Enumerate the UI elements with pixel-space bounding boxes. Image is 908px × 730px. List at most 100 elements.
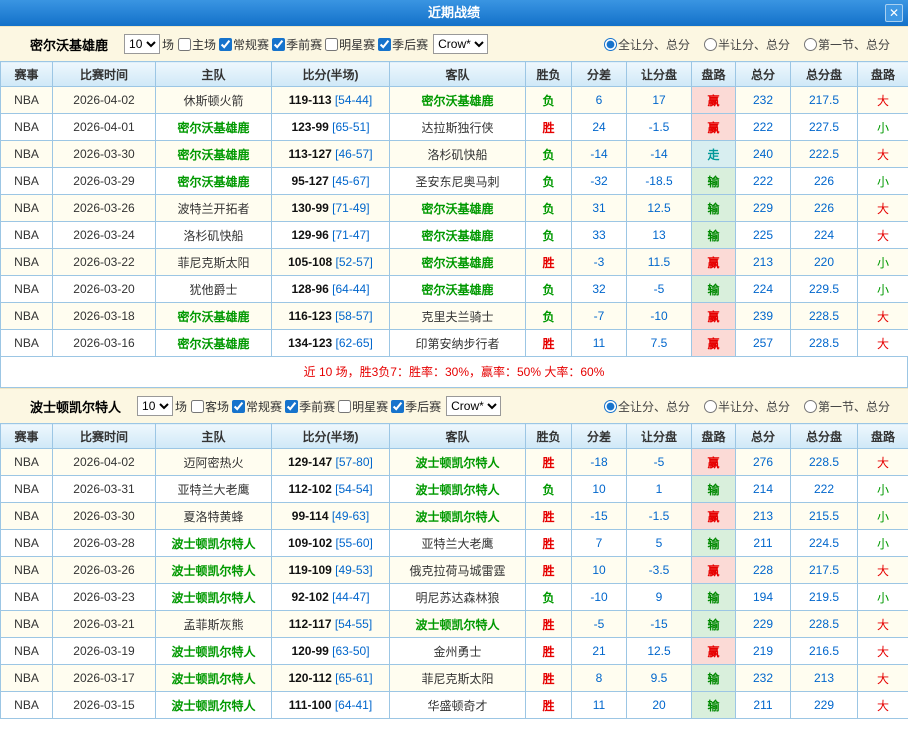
handicap-result-cell: 输 <box>692 476 736 503</box>
total-line-cell: 222.5 <box>791 141 858 168</box>
handicap-result-cell: 赢 <box>692 249 736 276</box>
table-row: NBA2026-03-28波士顿凯尔特人109-102 [55-60]亚特兰大老… <box>1 530 908 557</box>
handicap-cell: -5 <box>627 449 692 476</box>
filter-checkbox-0-2[interactable]: 季前赛 <box>272 38 322 52</box>
games-count-select[interactable]: 10 <box>137 396 173 416</box>
checkbox-input[interactable] <box>378 38 391 51</box>
league-cell: NBA <box>1 530 53 557</box>
odds-type-radio-1-0[interactable]: 全让分、总分 <box>604 398 690 415</box>
filter-checkbox-0-0[interactable]: 主场 <box>178 38 216 52</box>
handicap-result-cell: 赢 <box>692 638 736 665</box>
titlebar: 近期战绩 ✕ <box>0 0 908 26</box>
radio-input[interactable] <box>704 400 717 413</box>
odds-type-radio-1-1[interactable]: 半让分、总分 <box>704 398 790 415</box>
checkbox-input[interactable] <box>178 38 191 51</box>
total-cell: 232 <box>736 87 791 114</box>
home-team-cell: 孟菲斯灰熊 <box>156 611 272 638</box>
date-cell: 2026-03-16 <box>53 330 156 357</box>
home-team-cell: 波士顿凯尔特人 <box>156 665 272 692</box>
diff-cell: 8 <box>572 665 627 692</box>
odds-type-radio-group: 全让分、总分半让分、总分第一节、总分 <box>604 36 900 53</box>
filter-checkbox-1-2[interactable]: 季前赛 <box>285 400 335 414</box>
away-team-cell: 圣安东尼奥马刺 <box>390 168 526 195</box>
filter-checkbox-group: 客场常规赛季前赛明星赛季后赛 <box>191 398 444 415</box>
filter-checkbox-1-1[interactable]: 常规赛 <box>232 400 282 414</box>
total-cell: 213 <box>736 503 791 530</box>
home-team-cell: 波士顿凯尔特人 <box>156 692 272 719</box>
odds-type-radio-0-1[interactable]: 半让分、总分 <box>704 36 790 53</box>
filter-checkbox-0-4[interactable]: 季后赛 <box>378 38 428 52</box>
table-row: NBA2026-04-02迈阿密热火129-147 [57-80]波士顿凯尔特人… <box>1 449 908 476</box>
total-cell: 194 <box>736 584 791 611</box>
column-header: 赛事 <box>1 62 53 87</box>
checkbox-input[interactable] <box>325 38 338 51</box>
bookmaker-select[interactable]: Crow* <box>433 34 488 54</box>
odds-type-radio-group: 全让分、总分半让分、总分第一节、总分 <box>604 398 900 415</box>
league-cell: NBA <box>1 449 53 476</box>
home-team-cell: 夏洛特黄蜂 <box>156 503 272 530</box>
odds-type-radio-0-0[interactable]: 全让分、总分 <box>604 36 690 53</box>
away-team-cell: 达拉斯独行侠 <box>390 114 526 141</box>
column-header: 总分盘 <box>791 62 858 87</box>
radio-input[interactable] <box>604 400 617 413</box>
checkbox-input[interactable] <box>272 38 285 51</box>
full-score: 134-123 <box>288 336 332 350</box>
column-header: 比分(半场) <box>272 424 390 449</box>
column-header: 总分盘 <box>791 424 858 449</box>
column-header: 主队 <box>156 62 272 87</box>
checkbox-input[interactable] <box>285 400 298 413</box>
total-line-cell: 228.5 <box>791 449 858 476</box>
checkbox-input[interactable] <box>219 38 232 51</box>
total-cell: 222 <box>736 168 791 195</box>
score-cell: 116-123 [58-57] <box>272 303 390 330</box>
odds-type-radio-1-2[interactable]: 第一节、总分 <box>804 398 890 415</box>
handicap-result-cell: 赢 <box>692 503 736 530</box>
away-team-cell: 密尔沃基雄鹿 <box>390 222 526 249</box>
date-cell: 2026-04-01 <box>53 114 156 141</box>
table-row: NBA2026-03-31亚特兰大老鹰112-102 [54-54]波士顿凯尔特… <box>1 476 908 503</box>
column-header: 客队 <box>390 62 526 87</box>
filter-checkbox-1-3[interactable]: 明星赛 <box>338 400 388 414</box>
date-cell: 2026-03-18 <box>53 303 156 330</box>
diff-cell: -3 <box>572 249 627 276</box>
total-line-cell: 217.5 <box>791 557 858 584</box>
league-cell: NBA <box>1 141 53 168</box>
handicap-cell: -5 <box>627 276 692 303</box>
total-cell: 224 <box>736 276 791 303</box>
filter-checkbox-group: 主场常规赛季前赛明星赛季后赛 <box>178 36 431 53</box>
checkbox-input[interactable] <box>338 400 351 413</box>
games-count-select[interactable]: 10 <box>124 34 160 54</box>
result-cell: 胜 <box>526 330 572 357</box>
league-cell: NBA <box>1 611 53 638</box>
radio-input[interactable] <box>604 38 617 51</box>
home-team-cell: 波士顿凯尔特人 <box>156 638 272 665</box>
date-cell: 2026-03-21 <box>53 611 156 638</box>
away-team-cell: 亚特兰大老鹰 <box>390 530 526 557</box>
date-cell: 2026-03-26 <box>53 195 156 222</box>
filter-checkbox-0-1[interactable]: 常规赛 <box>219 38 269 52</box>
filter-checkbox-1-0[interactable]: 客场 <box>191 400 229 414</box>
odds-type-radio-0-2[interactable]: 第一节、总分 <box>804 36 890 53</box>
total-cell: 257 <box>736 330 791 357</box>
score-cell: 120-99 [63-50] <box>272 638 390 665</box>
result-cell: 胜 <box>526 692 572 719</box>
filter-checkbox-0-3[interactable]: 明星赛 <box>325 38 375 52</box>
home-team-cell: 亚特兰大老鹰 <box>156 476 272 503</box>
score-cell: 105-108 [52-57] <box>272 249 390 276</box>
radio-input[interactable] <box>804 38 817 51</box>
total-cell: 276 <box>736 449 791 476</box>
filter-checkbox-1-4[interactable]: 季后赛 <box>391 400 441 414</box>
date-cell: 2026-03-24 <box>53 222 156 249</box>
radio-input[interactable] <box>704 38 717 51</box>
checkbox-input[interactable] <box>391 400 404 413</box>
summary-row: 近 10 场，胜3负7：胜率：30%，赢率：50% 大率：60% <box>0 357 908 388</box>
table-row: NBA2026-03-20犹他爵士128-96 [64-44]密尔沃基雄鹿负32… <box>1 276 908 303</box>
close-icon[interactable]: ✕ <box>885 4 903 22</box>
checkbox-input[interactable] <box>191 400 204 413</box>
radio-input[interactable] <box>804 400 817 413</box>
result-cell: 负 <box>526 141 572 168</box>
away-team-cell: 菲尼克斯太阳 <box>390 665 526 692</box>
checkbox-input[interactable] <box>232 400 245 413</box>
bookmaker-select[interactable]: Crow* <box>446 396 501 416</box>
date-cell: 2026-03-19 <box>53 638 156 665</box>
